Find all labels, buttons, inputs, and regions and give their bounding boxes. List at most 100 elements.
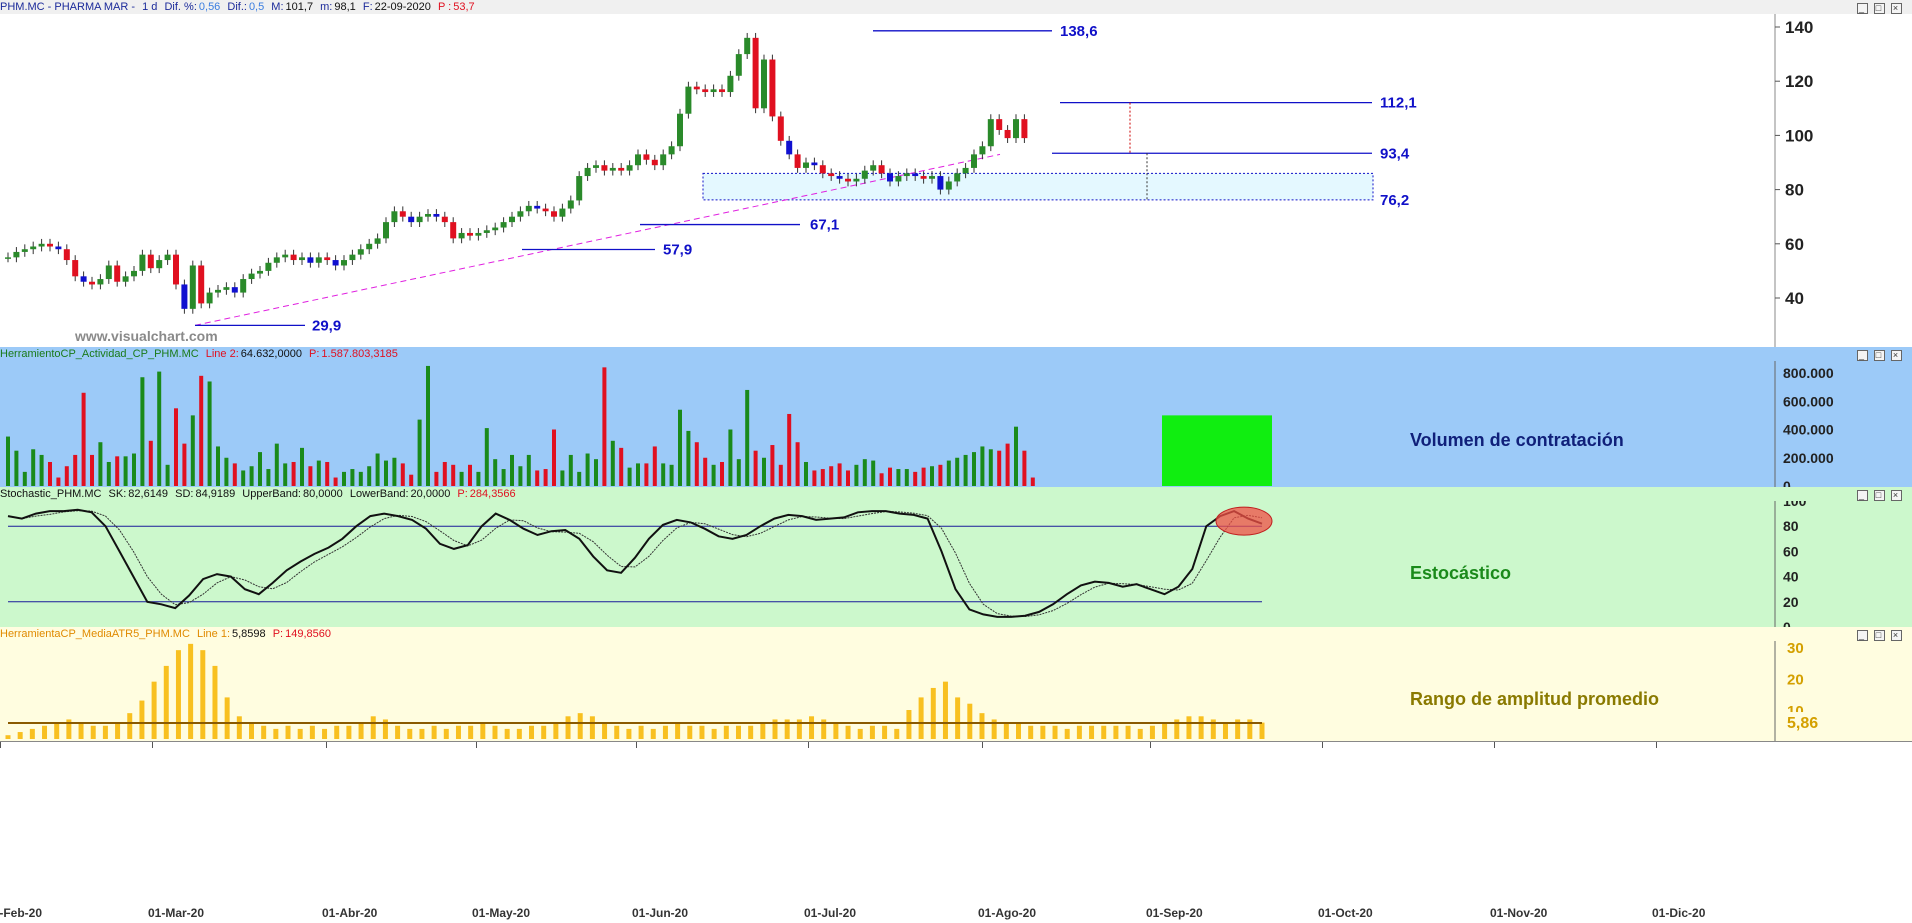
stochastic-header: Stochastic_PHM.MC SK: 82,6149 SD: 84,9189 … [0,487,1912,501]
volume-bar [703,457,708,486]
atr-bar [577,713,583,739]
candle-body [929,176,935,179]
volume-bar [216,446,220,486]
window-controls[interactable]: _ □ × [1855,348,1906,361]
volume-bar [392,457,397,486]
volume-bar [342,471,346,486]
level-label-l1: 138,6 [1060,23,1098,40]
candle-body [996,119,1003,130]
volume-bar [560,470,565,486]
atr-bar [78,722,84,739]
volume-bar [476,471,481,486]
atr-bar [127,713,133,739]
candle-body [601,165,608,171]
x-axis-tick [1656,742,1657,748]
candle-body [483,230,490,233]
atr-bar [930,687,936,739]
price-chart: 140 120 100 80 60 40 www.visualchart.com 138,6 1… [5,14,1813,347]
volume-bar [442,461,447,486]
candle-body [803,162,809,168]
candle-body [912,173,919,177]
atr-bar [1162,722,1168,739]
candle-body [677,113,683,147]
volume-bar [224,457,229,486]
candle-body [853,178,860,182]
candle-body [324,257,331,261]
candle-body [937,176,944,190]
candle-body [349,254,356,261]
x-axis-tick [1322,742,1323,748]
candle-body [752,37,759,109]
atr-bar [553,722,559,739]
volume-bar [577,471,582,486]
candle-body [231,287,238,293]
atr-bar [1149,725,1155,739]
candle-body [475,232,482,236]
atr-chart: 3020105,86Rango de amplitud promedio [5,641,1839,741]
candle-body [719,89,725,93]
volume-bar [619,447,624,486]
candle-body [156,260,163,269]
candle-body [299,257,305,261]
candle-body [198,265,205,304]
atr-bar [833,722,839,739]
volume-bar [862,459,867,486]
atr-bar [809,716,815,739]
volume-bar [921,467,926,486]
candle-body [979,146,986,155]
volume-bar [837,463,842,486]
volume-bar [711,464,716,486]
candle-body [55,246,62,250]
atr-bar [735,725,741,739]
candle-body [819,165,826,174]
candle-body [1004,129,1011,139]
level-label-l7: 29,9 [312,317,341,334]
x-axis-tick [982,742,983,748]
volume-chart: 800.000 600.000 400.000 200.000 0 Volumen de … [6,361,1834,487]
candle-body [954,173,961,182]
volume-bar [904,469,909,486]
volume-bar [778,464,783,486]
volume-bar [148,440,153,486]
atr-bar [602,722,608,739]
volume-bar [232,463,237,486]
volume-bar [795,442,800,486]
volume-bar [308,466,313,486]
volume-header: HerramientoCP_Actividad_CP_PHM.MC Line 2… [0,347,1912,361]
candle-body [139,254,146,271]
atr-bar [139,700,145,739]
atr-bar [711,728,717,739]
window-controls[interactable]: _ □ × [1855,628,1906,641]
volume-bar [720,461,724,486]
atr-bar [1101,725,1107,739]
atr-bar [443,728,449,739]
volume-bar [1014,426,1018,486]
atr-bar [699,725,705,739]
volume-bar [955,457,960,486]
volume-y-tick-label: 400.000 [1783,422,1834,438]
x-axis-label: 01-Ago-20 [978,906,1037,920]
x-axis-tick [152,742,153,748]
atr-bar [675,722,681,739]
volume-bar [73,454,78,486]
stochastic-panel: Stochastic_PHM.MC SK: 82,6149 SD: 84,9189 … [0,487,1912,627]
candle-body [593,165,599,168]
volume-bar [484,428,489,486]
candle-body [408,216,415,223]
volume-bar [997,450,1002,486]
atr-bar [261,725,267,739]
atr-bar [115,722,121,739]
window-controls[interactable]: _ □ × [1855,1,1906,14]
atr-bar [662,725,668,739]
x-axis-tick [476,742,477,748]
atr-bar [955,697,961,739]
candle-body [744,37,751,55]
atr-bar [626,728,632,739]
candle-body [567,200,574,209]
atr-bar [419,728,425,739]
candle-body [870,165,877,171]
window-controls[interactable]: _ □ × [1855,488,1906,501]
atr-bar [1089,725,1095,739]
candle-body [845,178,851,182]
volume-bar [182,443,187,486]
